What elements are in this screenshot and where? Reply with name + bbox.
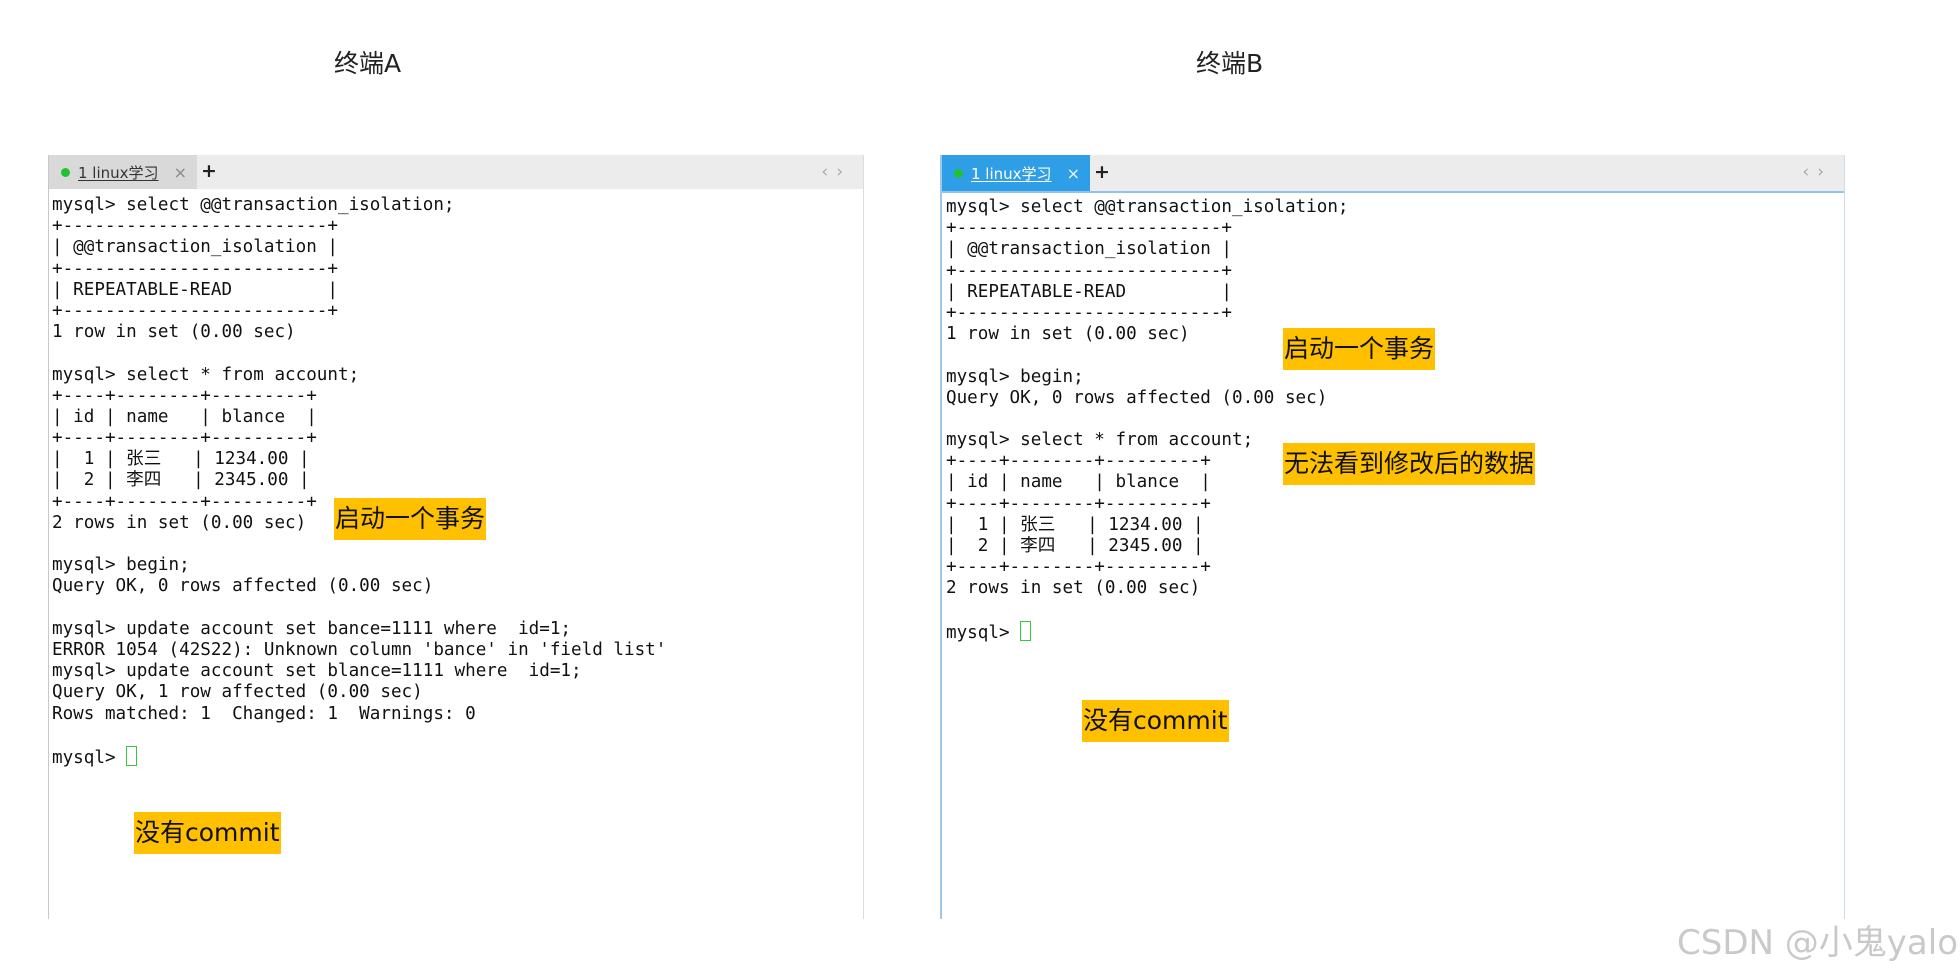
cursor-icon — [1020, 620, 1032, 641]
terminal-line: Query OK, 1 row affected (0.00 sec) — [52, 682, 423, 703]
terminal-b-tab-label: 1 linux学习 — [971, 164, 1052, 183]
terminal-a-output[interactable]: mysql> select @@transaction_isolation; +-… — [52, 195, 863, 919]
cursor-icon — [126, 745, 138, 766]
terminal-b-window[interactable]: 1 linux学习 × + ‹› mysql> select @@transac… — [940, 155, 1845, 919]
terminal-line: | 2 | 李四 | 2345.00 | — [52, 470, 310, 491]
terminal-line: mysql> update account set bance=1111 whe… — [52, 618, 572, 639]
terminal-line: mysql> select @@transaction_isolation; — [52, 195, 455, 215]
terminal-line: | @@transaction_isolation | — [52, 237, 338, 258]
terminal-line: +----+--------+---------+ — [52, 385, 317, 406]
terminal-line: mysql> select * from account; — [52, 364, 360, 385]
terminal-line: +-------------------------+ — [52, 300, 338, 321]
terminal-line: Query OK, 0 rows affected (0.00 sec) — [946, 387, 1328, 408]
terminal-b-tabbar: 1 linux学习 × + ‹› — [942, 155, 1844, 193]
tab-navigation: ‹› — [821, 162, 851, 182]
terminal-b-title: 终端B — [1196, 49, 1264, 78]
close-tab-icon[interactable]: × — [1067, 164, 1080, 183]
terminal-line: 1 row in set (0.00 sec) — [52, 322, 296, 343]
terminal-line: | 2 | 李四 | 2345.00 | — [946, 536, 1204, 556]
connected-status-icon — [61, 167, 70, 177]
prompt-text: mysql> — [52, 747, 127, 768]
tab-navigation: ‹› — [1802, 162, 1832, 182]
terminal-line: | REPEATABLE-READ | — [946, 281, 1232, 302]
terminal-line: | id | name | blance | — [52, 406, 317, 427]
terminal-a-tab[interactable]: 1 linux学习 × — [49, 155, 197, 189]
terminal-line: | @@transaction_isolation | — [946, 239, 1232, 260]
terminal-line: 2 rows in set (0.00 sec) — [946, 578, 1201, 599]
terminal-line: +-------------------------+ — [946, 260, 1232, 281]
chevron-left-icon[interactable]: ‹ — [821, 162, 836, 182]
terminal-a-tab-label: 1 linux学习 — [78, 163, 159, 182]
watermark: CSDN @小鬼yalo — [1677, 923, 1958, 963]
terminal-line: Query OK, 0 rows affected (0.00 sec) — [52, 576, 434, 597]
terminal-line: +-------------------------+ — [52, 216, 338, 237]
terminal-b-tab[interactable]: 1 linux学习 × — [942, 155, 1090, 191]
prompt-line[interactable]: mysql> — [52, 745, 863, 768]
terminal-b-output[interactable]: mysql> select @@transaction_isolation; +-… — [946, 197, 1844, 919]
terminal-line: mysql> begin; — [52, 555, 190, 576]
annotation-start-transaction: 启动一个事务 — [1283, 328, 1436, 370]
terminal-a-tabbar: 1 linux学习 × + ‹› — [49, 155, 863, 189]
terminal-line: Rows matched: 1 Changed: 1 Warnings: 0 — [52, 703, 476, 724]
chevron-right-icon[interactable]: › — [1817, 162, 1832, 182]
annotation-start-transaction: 启动一个事务 — [334, 498, 487, 540]
terminal-line: +----+--------+---------+ — [52, 428, 317, 449]
new-tab-button[interactable]: + — [201, 160, 217, 182]
new-tab-button[interactable]: + — [1094, 161, 1110, 183]
terminal-line: +-------------------------+ — [52, 258, 338, 279]
prompt-line[interactable]: mysql> — [946, 620, 1844, 643]
chevron-left-icon[interactable]: ‹ — [1802, 162, 1817, 182]
connected-status-icon — [954, 168, 963, 178]
annotation-no-commit: 没有commit — [134, 812, 281, 854]
terminal-a-title: 终端A — [334, 49, 402, 78]
annotation-no-commit: 没有commit — [1082, 700, 1229, 742]
annotation-cannot-see-data: 无法看到修改后的数据 — [1283, 443, 1536, 485]
terminal-line: ERROR 1054 (42S22): Unknown column 'banc… — [52, 639, 667, 660]
terminal-line: mysql> update account set blance=1111 wh… — [52, 661, 582, 682]
terminal-line: +----+--------+---------+ — [946, 493, 1211, 514]
terminal-line: +-------------------------+ — [946, 218, 1232, 239]
prompt-text: mysql> — [946, 622, 1021, 643]
terminal-line: | REPEATABLE-READ | — [52, 279, 338, 300]
terminal-line: +-------------------------+ — [946, 302, 1232, 323]
close-tab-icon[interactable]: × — [174, 163, 187, 182]
terminal-line: | 1 | 张三 | 1234.00 | — [946, 514, 1204, 535]
terminal-line: | 1 | 张三 | 1234.00 | — [52, 449, 310, 470]
chevron-right-icon[interactable]: › — [836, 162, 851, 182]
terminal-line: +----+--------+---------+ — [946, 557, 1211, 578]
terminal-line: mysql> select @@transaction_isolation; — [946, 197, 1349, 217]
